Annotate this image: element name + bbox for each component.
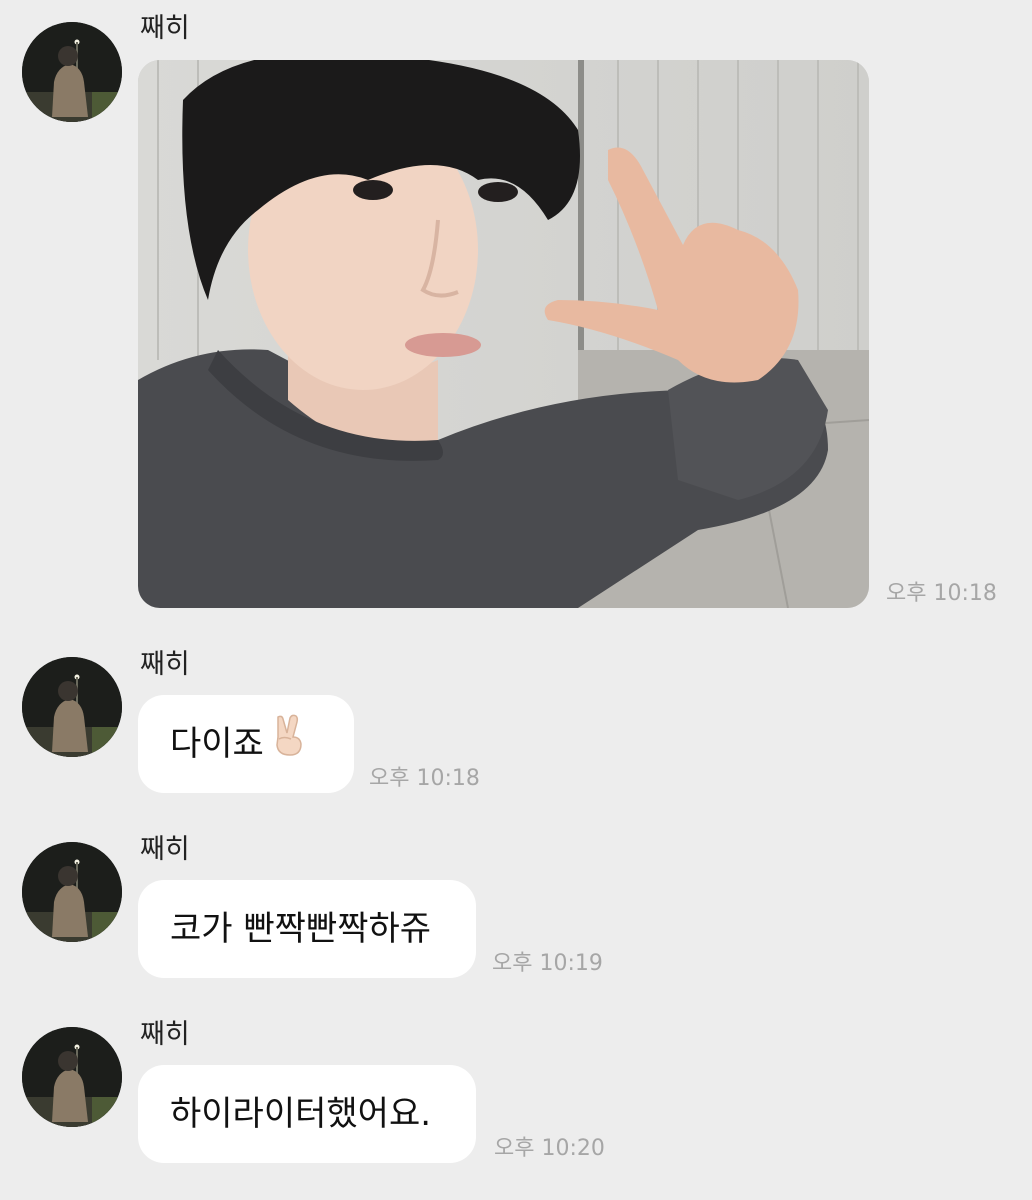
avatar-image [22,22,122,122]
avatar-image [22,657,122,757]
chat-message-photo: 째히 오후 10:18 [0,0,1032,620]
message-text: 코가 빤짝빤짝하쥬 [170,909,432,949]
message-bubble[interactable]: 코가 빤짝빤짝하쥬 [138,880,476,978]
message-text: 다이죠 [170,724,264,764]
chat-message: 째히 하이라이터했어요. 오후 10:20 [0,1010,1032,1200]
message-timestamp: 오후 10:18 [369,766,480,791]
message-timestamp: 오후 10:20 [494,1136,605,1161]
avatar-image [22,1027,122,1127]
chat-message: 째히 코가 빤짝빤짝하쥬 오후 10:19 [0,825,1032,995]
photo-attachment[interactable] [138,60,869,608]
message-timestamp: 오후 10:19 [492,951,603,976]
avatar[interactable] [22,842,122,942]
sender-name: 째히 [140,649,190,680]
message-text: 하이라이터했어요. [170,1094,432,1134]
sender-name: 째히 [140,13,190,44]
avatar[interactable] [22,22,122,122]
avatar[interactable] [22,657,122,757]
message-timestamp: 오후 10:18 [886,581,997,606]
message-bubble[interactable]: 하이라이터했어요. [138,1065,476,1163]
chat-message: 째히 다이죠 오후 10:18 [0,640,1032,810]
message-bubble[interactable]: 다이죠 [138,695,354,793]
avatar-image [22,842,122,942]
avatar[interactable] [22,1027,122,1127]
chat-thread: 째히 오후 10:18 째히 다이죠 오후 10:18 째히 코가 빤짝빤짝하쥬… [0,0,1032,1200]
selfie-photo [138,60,869,608]
sender-name: 째히 [140,1019,190,1050]
sender-name: 째히 [140,834,190,865]
victory-hand-icon [270,697,306,795]
